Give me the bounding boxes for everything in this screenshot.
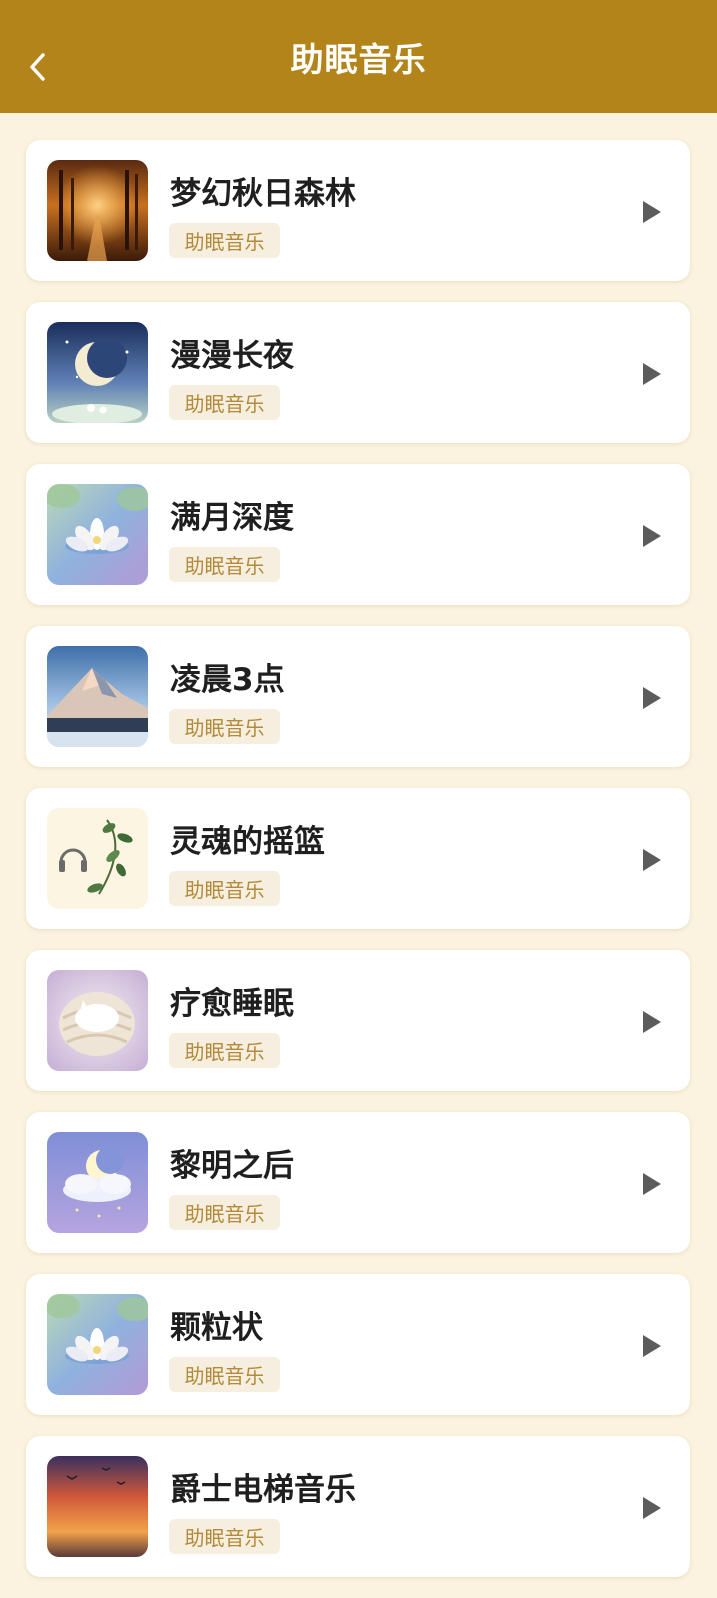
category-tag: 助眠音乐 [169,547,280,582]
list-item[interactable]: 爵士电梯音乐 助眠音乐 [26,1436,690,1577]
play-icon[interactable] [640,846,664,874]
cover-image [47,160,148,261]
track-title: 满月深度 [170,500,294,536]
play-icon[interactable] [640,1008,664,1036]
track-title: 疗愈睡眠 [170,986,294,1022]
track-title: 颗粒状 [170,1310,263,1346]
track-title: 爵士电梯音乐 [170,1472,356,1508]
list-item[interactable]: 疗愈睡眠 助眠音乐 [26,950,690,1091]
category-tag: 助眠音乐 [169,1033,280,1068]
cover-image [47,1456,148,1557]
list-item[interactable]: 颗粒状 助眠音乐 [26,1274,690,1415]
category-tag: 助眠音乐 [169,385,280,420]
list-item[interactable]: 凌晨3点 助眠音乐 [26,626,690,767]
cover-image [47,646,148,747]
category-tag: 助眠音乐 [169,223,280,258]
list-item[interactable]: 满月深度 助眠音乐 [26,464,690,605]
play-icon[interactable] [640,1170,664,1198]
play-icon[interactable] [640,1332,664,1360]
list-item[interactable]: 黎明之后 助眠音乐 [26,1112,690,1253]
category-tag: 助眠音乐 [169,871,280,906]
track-title: 漫漫长夜 [170,338,294,374]
track-title: 凌晨3点 [170,662,285,698]
track-title: 黎明之后 [170,1148,294,1184]
category-tag: 助眠音乐 [169,1519,280,1554]
play-icon[interactable] [640,1494,664,1522]
chevron-left-icon [30,53,45,81]
back-button[interactable] [26,50,50,84]
list-item[interactable]: 灵魂的摇篮 助眠音乐 [26,788,690,929]
category-tag: 助眠音乐 [169,1357,280,1392]
cover-image [47,1132,148,1233]
cover-image [47,322,148,423]
play-icon[interactable] [640,198,664,226]
cover-image [47,1294,148,1395]
music-list: 梦幻秋日森林 助眠音乐 漫漫长夜 助眠音乐 满月深度 助眠音乐 凌晨3点 助眠音… [26,140,690,1598]
app-header: 助眠音乐 [0,0,717,113]
track-title: 灵魂的摇篮 [170,824,325,860]
list-item[interactable]: 梦幻秋日森林 助眠音乐 [26,140,690,281]
cover-image [47,970,148,1071]
cover-image [47,808,148,909]
play-icon[interactable] [640,684,664,712]
category-tag: 助眠音乐 [169,709,280,744]
play-icon[interactable] [640,360,664,388]
page-title: 助眠音乐 [290,39,427,79]
category-tag: 助眠音乐 [169,1195,280,1230]
play-icon[interactable] [640,522,664,550]
track-title: 梦幻秋日森林 [170,176,356,212]
list-item[interactable]: 漫漫长夜 助眠音乐 [26,302,690,443]
cover-image [47,484,148,585]
